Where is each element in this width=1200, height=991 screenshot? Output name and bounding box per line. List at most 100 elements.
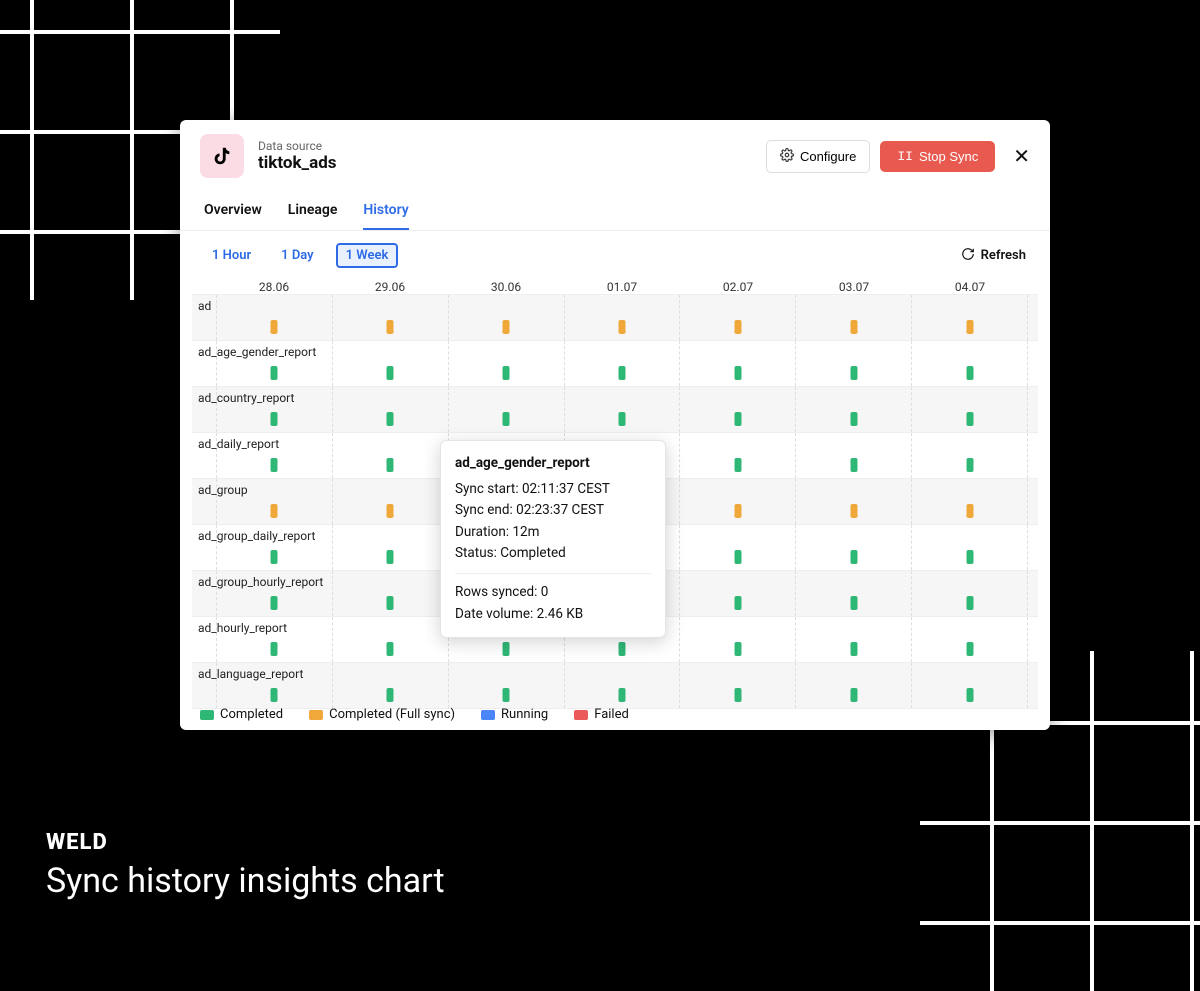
sync-tick[interactable]: [850, 458, 857, 472]
sync-tick[interactable]: [966, 550, 973, 564]
chart-row: ad_country_report: [192, 387, 1038, 433]
sync-tick[interactable]: [850, 642, 857, 656]
sync-history-panel: Data source tiktok_ads Configure II Stop…: [180, 120, 1050, 730]
sync-tick[interactable]: [966, 504, 973, 518]
configure-button[interactable]: Configure: [766, 140, 870, 173]
sync-tick[interactable]: [619, 320, 626, 334]
chart-row: ad_language_report: [192, 663, 1038, 709]
caption-text: Sync history insights chart: [46, 861, 445, 901]
sync-tick[interactable]: [966, 688, 973, 702]
sync-tick[interactable]: [619, 642, 626, 656]
date-header: 04.07: [912, 280, 1028, 294]
sync-tick[interactable]: [271, 688, 278, 702]
row-label: ad_group_hourly_report: [198, 575, 323, 589]
sync-tick[interactable]: [966, 458, 973, 472]
sync-tick[interactable]: [734, 688, 741, 702]
sync-tick[interactable]: [966, 642, 973, 656]
sync-tick[interactable]: [271, 320, 278, 334]
swatch-running: [481, 710, 495, 720]
sync-tick[interactable]: [271, 458, 278, 472]
sync-tick[interactable]: [850, 596, 857, 610]
sync-tick[interactable]: [734, 412, 741, 426]
sync-tick[interactable]: [619, 688, 626, 702]
data-source-title: tiktok_ads: [258, 153, 337, 173]
sync-tick[interactable]: [387, 366, 394, 380]
range-1-day[interactable]: 1 Day: [273, 245, 321, 266]
chart-row: ad: [192, 295, 1038, 341]
sync-tick[interactable]: [619, 366, 626, 380]
sync-tick[interactable]: [271, 596, 278, 610]
date-header: 29.06: [332, 280, 448, 294]
sync-tick[interactable]: [503, 366, 510, 380]
row-label: ad_group_daily_report: [198, 529, 315, 543]
tab-lineage[interactable]: Lineage: [288, 194, 338, 230]
sync-chart: 28.0629.0630.0601.0702.0703.0704.07 ad ad…: [180, 280, 1050, 709]
tab-history[interactable]: History: [363, 194, 408, 230]
sync-tick[interactable]: [503, 688, 510, 702]
stop-sync-button[interactable]: II Stop Sync: [880, 141, 995, 172]
swatch-completed: [200, 710, 214, 720]
row-label: ad_language_report: [198, 667, 303, 681]
row-label: ad_daily_report: [198, 437, 279, 451]
sync-tick[interactable]: [850, 550, 857, 564]
sync-tick[interactable]: [387, 504, 394, 518]
pause-icon: II: [897, 149, 913, 164]
data-source-label: Data source: [258, 139, 337, 153]
sync-tick[interactable]: [387, 458, 394, 472]
chart-row: ad_age_gender_report: [192, 341, 1038, 387]
gear-icon: [780, 148, 794, 165]
refresh-button[interactable]: Refresh: [961, 247, 1026, 265]
chart-legend: Completed Completed (Full sync) Running …: [200, 707, 1030, 722]
sync-tick[interactable]: [271, 642, 278, 656]
page-caption: WELD Sync history insights chart: [46, 830, 445, 901]
date-header: 01.07: [564, 280, 680, 294]
sync-tick[interactable]: [387, 596, 394, 610]
row-label: ad_hourly_report: [198, 621, 287, 635]
sync-tick[interactable]: [734, 550, 741, 564]
sync-tick[interactable]: [966, 320, 973, 334]
range-1-week[interactable]: 1 Week: [336, 243, 399, 268]
sync-tick[interactable]: [271, 412, 278, 426]
row-label: ad: [198, 299, 211, 313]
sync-tick[interactable]: [734, 458, 741, 472]
range-1-hour[interactable]: 1 Hour: [204, 245, 259, 266]
sync-tick[interactable]: [734, 596, 741, 610]
row-label: ad_country_report: [198, 391, 294, 405]
date-header: 30.06: [448, 280, 564, 294]
sync-tick[interactable]: [966, 596, 973, 610]
sync-tick[interactable]: [387, 412, 394, 426]
date-header: 28.06: [216, 280, 332, 294]
refresh-icon: [961, 247, 975, 265]
sync-tick[interactable]: [503, 320, 510, 334]
sync-tick[interactable]: [850, 320, 857, 334]
sync-tick[interactable]: [271, 366, 278, 380]
sync-tick[interactable]: [850, 688, 857, 702]
sync-tick[interactable]: [271, 550, 278, 564]
sync-tick[interactable]: [734, 504, 741, 518]
sync-tick[interactable]: [734, 366, 741, 380]
sync-tick[interactable]: [387, 688, 394, 702]
row-label: ad_age_gender_report: [198, 345, 316, 359]
date-header: 03.07: [796, 280, 912, 294]
sync-tick[interactable]: [850, 412, 857, 426]
sync-tooltip: ad_age_gender_report Sync start: 02:11:3…: [440, 440, 666, 638]
sync-tick[interactable]: [734, 642, 741, 656]
sync-tick[interactable]: [850, 504, 857, 518]
sync-tick[interactable]: [966, 412, 973, 426]
sync-tick[interactable]: [387, 320, 394, 334]
tab-overview[interactable]: Overview: [204, 194, 262, 230]
tiktok-icon: [200, 134, 244, 178]
date-header: 02.07: [680, 280, 796, 294]
close-icon[interactable]: ✕: [1013, 146, 1030, 166]
sync-tick[interactable]: [503, 642, 510, 656]
sync-tick[interactable]: [387, 550, 394, 564]
sync-tick[interactable]: [850, 366, 857, 380]
brand-logo: WELD: [46, 830, 445, 855]
sync-tick[interactable]: [271, 504, 278, 518]
sync-tick[interactable]: [966, 366, 973, 380]
swatch-failed: [574, 710, 588, 720]
sync-tick[interactable]: [503, 412, 510, 426]
sync-tick[interactable]: [619, 412, 626, 426]
sync-tick[interactable]: [387, 642, 394, 656]
sync-tick[interactable]: [734, 320, 741, 334]
